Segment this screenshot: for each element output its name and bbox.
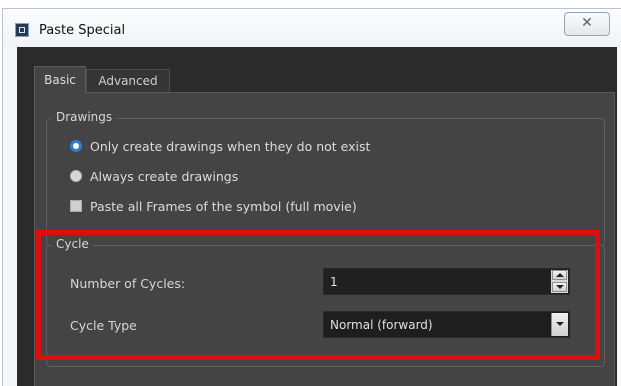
spin-buttons bbox=[551, 270, 568, 293]
arrow-up-icon bbox=[556, 273, 564, 277]
checkbox-icon[interactable] bbox=[70, 200, 82, 212]
drawings-group: Drawings Only create drawings when they … bbox=[46, 110, 605, 246]
window-title: Paste Special bbox=[39, 23, 126, 38]
option-label: Only create drawings when they do not ex… bbox=[90, 139, 371, 154]
paste-special-icon bbox=[15, 23, 29, 37]
dropdown-button[interactable] bbox=[551, 313, 568, 336]
radio-selected-icon[interactable] bbox=[70, 140, 82, 152]
arrow-down-icon bbox=[556, 285, 564, 289]
number-of-cycles-label: Number of Cycles: bbox=[70, 276, 186, 291]
paste-special-window: Paste Special ✕ Basic Advanced Drawings … bbox=[2, 8, 621, 386]
increment-button[interactable] bbox=[552, 270, 567, 280]
option-label: Paste all Frames of the symbol (full mov… bbox=[90, 199, 357, 214]
cycle-legend: Cycle bbox=[52, 237, 93, 251]
tab-advanced[interactable]: Advanced bbox=[86, 69, 170, 93]
dialog-body: Basic Advanced Drawings Only create draw… bbox=[17, 47, 617, 386]
close-button[interactable]: ✕ bbox=[564, 12, 610, 36]
cycle-type-label: Cycle Type bbox=[70, 318, 137, 333]
chevron-down-icon bbox=[556, 322, 564, 326]
drawings-legend: Drawings bbox=[52, 110, 117, 124]
radio-unselected-icon[interactable] bbox=[70, 170, 82, 182]
number-of-cycles-stepper[interactable]: 1 bbox=[323, 268, 570, 295]
title-bar: Paste Special ✕ bbox=[3, 9, 621, 47]
decrement-button[interactable] bbox=[552, 282, 567, 292]
option-label: Always create drawings bbox=[90, 169, 239, 184]
tab-basic[interactable]: Basic bbox=[34, 66, 86, 93]
cycle-group: Cycle Number of Cycles: 1 Cycle Type Nor… bbox=[46, 237, 605, 367]
close-icon: ✕ bbox=[581, 15, 593, 31]
number-of-cycles-value[interactable]: 1 bbox=[330, 275, 338, 289]
cycle-type-value: Normal (forward) bbox=[330, 318, 433, 332]
cycle-type-select[interactable]: Normal (forward) bbox=[323, 311, 570, 338]
tab-panel-basic: Drawings Only create drawings when they … bbox=[34, 92, 615, 386]
